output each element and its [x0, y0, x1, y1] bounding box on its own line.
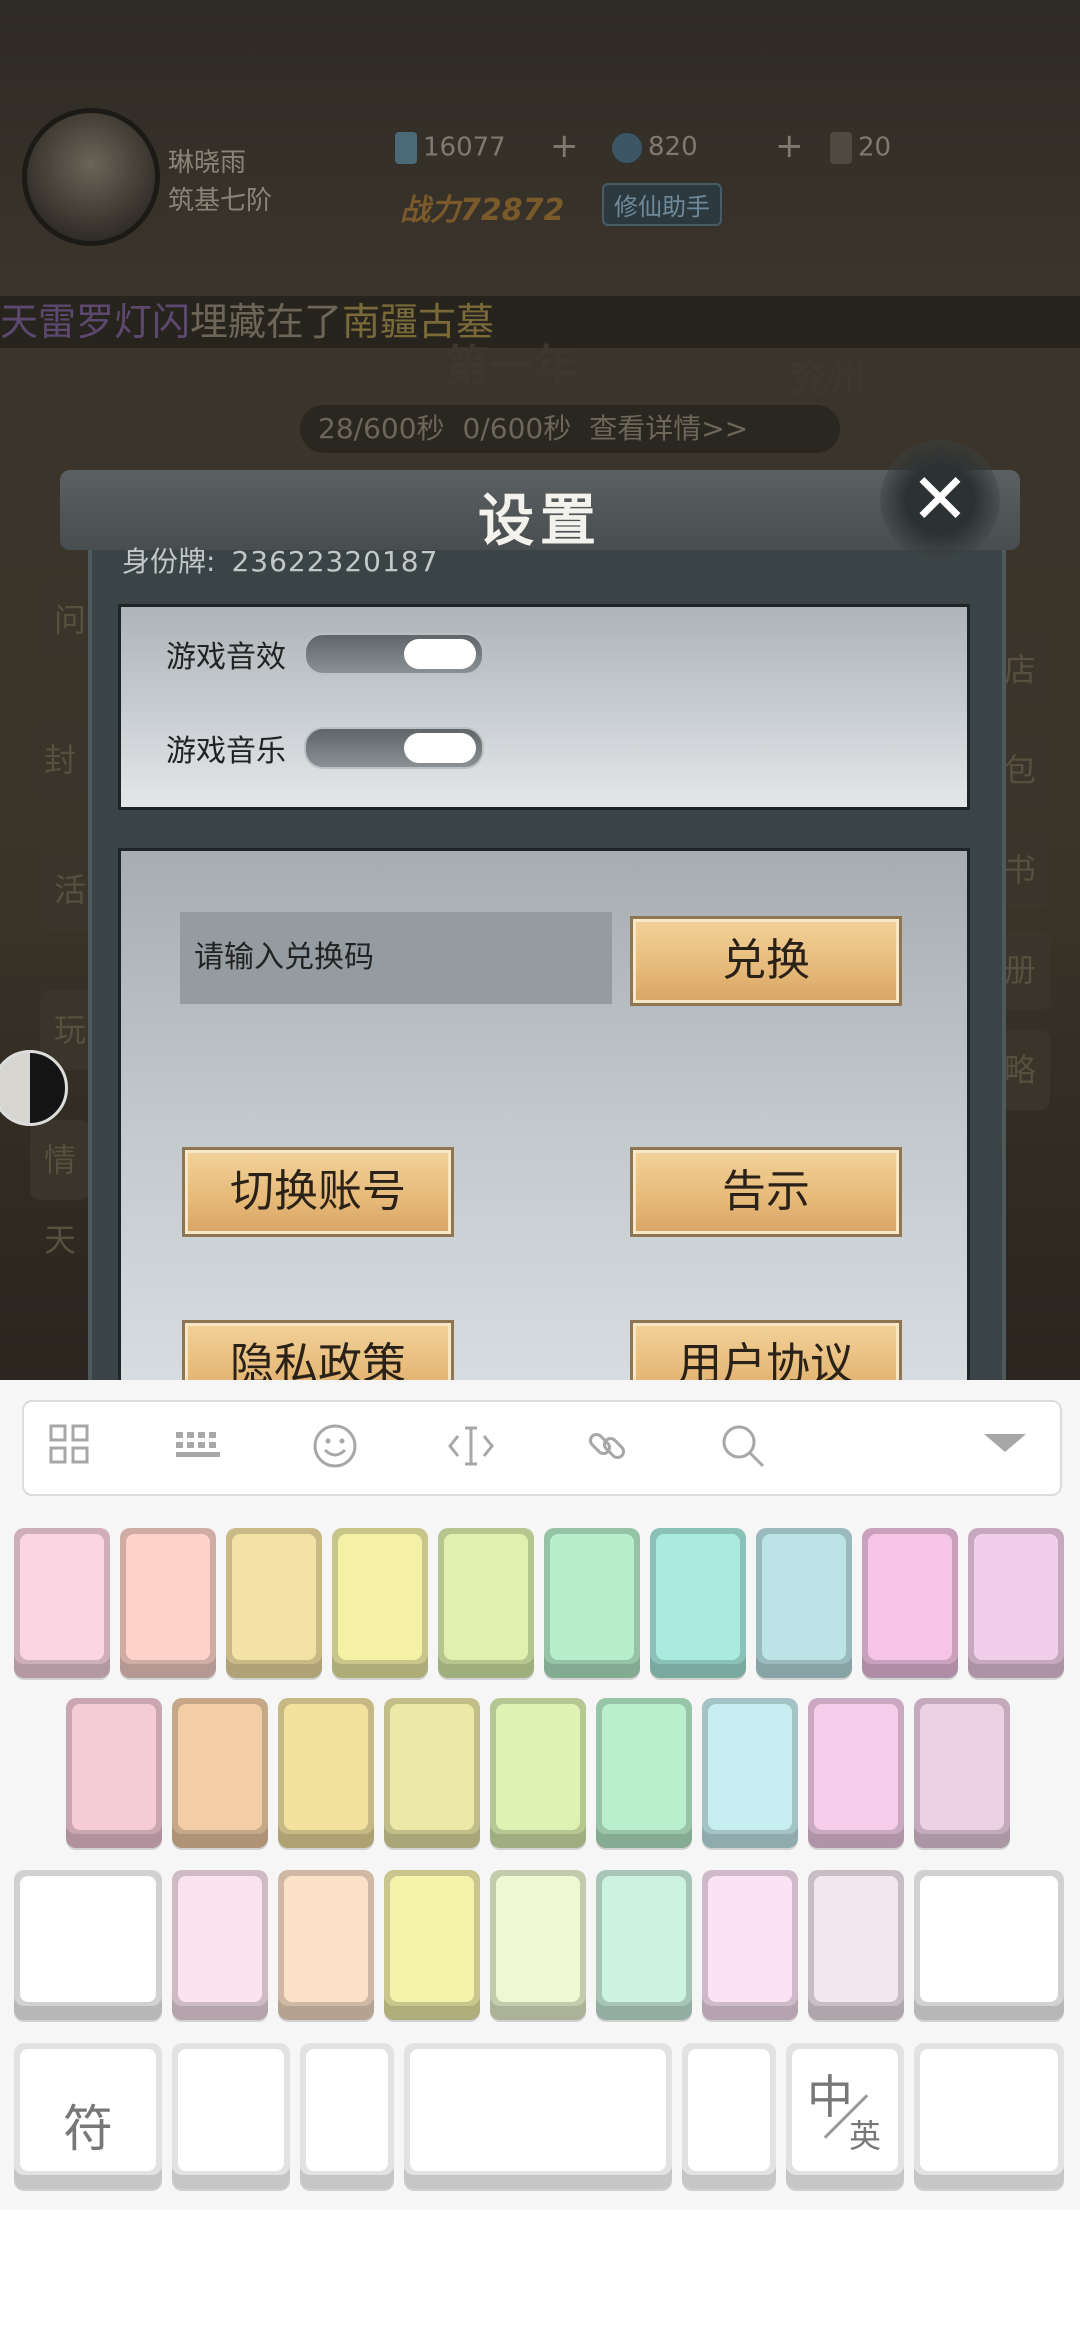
- letter-key[interactable]: [702, 1870, 798, 2020]
- side-menu-left-5[interactable]: 情天: [30, 1120, 90, 1259]
- privacy-policy-button[interactable]: 隐私政策: [182, 1320, 454, 1380]
- letter-key[interactable]: [702, 1698, 798, 1848]
- redeem-button[interactable]: 兑换: [630, 916, 902, 1006]
- keyboard-icon[interactable]: [174, 1422, 224, 1472]
- letter-key[interactable]: [914, 1870, 1064, 2020]
- identity-value: 23622320187: [231, 545, 439, 578]
- letter-key[interactable]: [596, 1870, 692, 2020]
- search-icon[interactable]: [718, 1422, 768, 1472]
- user-agreement-button[interactable]: 用户协议: [630, 1320, 902, 1380]
- notice-button[interactable]: 告示: [630, 1147, 902, 1237]
- letter-key[interactable]: [914, 1698, 1010, 1848]
- grid-icon[interactable]: [44, 1422, 94, 1472]
- letter-key[interactable]: [14, 1528, 110, 1678]
- coin-counter: 820: [612, 132, 698, 163]
- crystal-counter: 16077: [395, 132, 506, 164]
- scroll-counter: 20: [830, 132, 891, 164]
- soft-keyboard: 符 中 英: [0, 1380, 1080, 2210]
- letter-key[interactable]: [968, 1528, 1064, 1678]
- sound-effects-toggle[interactable]: [304, 633, 484, 675]
- year-label: 第一年: [445, 341, 577, 392]
- letter-key[interactable]: [862, 1528, 958, 1678]
- space-key[interactable]: [404, 2043, 672, 2189]
- letter-key[interactable]: [14, 1870, 162, 2020]
- symbol-key[interactable]: 符: [14, 2043, 162, 2189]
- add-coin-icon[interactable]: +: [775, 129, 804, 163]
- letter-key[interactable]: [756, 1528, 852, 1678]
- key-blank[interactable]: [300, 2043, 394, 2189]
- coin-icon: [612, 132, 642, 163]
- letter-key[interactable]: [226, 1528, 322, 1678]
- letter-key[interactable]: [650, 1528, 746, 1678]
- letter-key[interactable]: [544, 1528, 640, 1678]
- switch-account-button[interactable]: 切换账号: [182, 1147, 454, 1237]
- music-label: 游戏音乐: [166, 734, 286, 769]
- game-background: 琳晓雨 筑基七阶 16077 + 820 + 20 战力72872 修仙助手 天…: [0, 0, 1080, 1380]
- letter-key[interactable]: [384, 1870, 480, 2020]
- side-menu-left-2[interactable]: 封: [30, 720, 90, 800]
- sound-effects-label: 游戏音效: [166, 640, 286, 675]
- key-blank[interactable]: [172, 2043, 290, 2189]
- collapse-icon[interactable]: [980, 1422, 1030, 1472]
- music-toggle[interactable]: [304, 727, 484, 769]
- player-avatar[interactable]: [22, 108, 160, 246]
- letter-key[interactable]: [278, 1870, 374, 2020]
- resource-timers: 28/600秒 0/600秒 查看详情>>: [300, 405, 840, 453]
- identity-label: 身份牌:: [122, 545, 216, 578]
- letter-key[interactable]: [808, 1698, 904, 1848]
- keyboard-toolbar: [22, 1400, 1062, 1496]
- add-crystal-icon[interactable]: +: [550, 129, 579, 163]
- letter-key[interactable]: [172, 1870, 268, 2020]
- identity-row: 身份牌: 23622320187: [122, 540, 438, 580]
- toggle-knob: [404, 733, 476, 763]
- scroll-icon: [830, 132, 852, 164]
- emoji-icon[interactable]: [310, 1422, 360, 1472]
- enter-key[interactable]: [914, 2043, 1064, 2189]
- letter-key[interactable]: [66, 1698, 162, 1848]
- toggle-knob: [404, 639, 476, 669]
- cultivation-helper-button[interactable]: 修仙助手: [602, 183, 722, 226]
- letter-key[interactable]: [384, 1698, 480, 1848]
- region-label: 兖州: [790, 357, 867, 401]
- letter-key[interactable]: [490, 1870, 586, 2020]
- player-name: 琳晓雨: [168, 148, 247, 178]
- letter-key[interactable]: [172, 1698, 268, 1848]
- redeem-code-input[interactable]: 请输入兑换码: [180, 912, 612, 1004]
- link-icon[interactable]: [582, 1422, 632, 1472]
- cursor-icon[interactable]: [446, 1422, 496, 1472]
- bottom-bar: [0, 2210, 1080, 2340]
- view-details-link[interactable]: 查看详情>>: [589, 412, 748, 445]
- combat-power: 战力72872: [400, 193, 565, 228]
- letter-key[interactable]: [278, 1698, 374, 1848]
- letter-key[interactable]: [490, 1698, 586, 1848]
- player-rank: 筑基七阶: [168, 186, 273, 216]
- language-switch-key[interactable]: 中 英: [786, 2043, 904, 2189]
- yin-yang-icon[interactable]: [0, 1050, 68, 1126]
- letter-key[interactable]: [438, 1528, 534, 1678]
- letter-key[interactable]: [596, 1698, 692, 1848]
- crystal-icon: [395, 132, 417, 164]
- close-icon[interactable]: ✕: [880, 440, 1000, 560]
- letter-key[interactable]: [120, 1528, 216, 1678]
- letter-key[interactable]: [332, 1528, 428, 1678]
- letter-key[interactable]: [808, 1870, 904, 2020]
